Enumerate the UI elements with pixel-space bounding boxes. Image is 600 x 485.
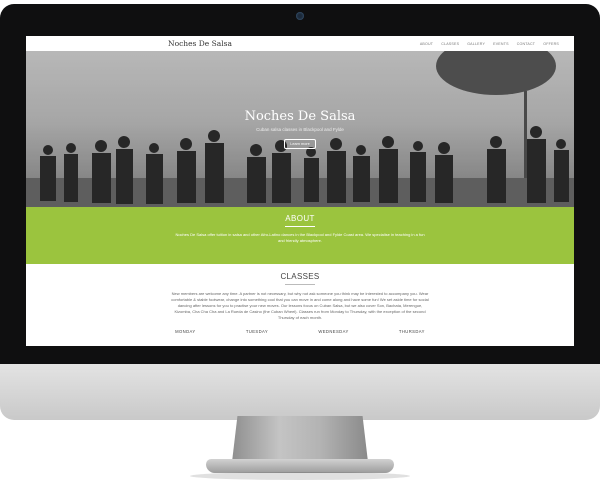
about-divider [285,226,315,227]
nav-link-offers[interactable]: OFFERS [543,42,559,46]
site-navbar: Noches De Salsa ABOUT CLASSES GALLERY EV… [26,36,574,51]
day-wednesday[interactable]: WEDNESDAY [318,329,348,334]
classes-text: New members are welcome any time. A part… [171,290,429,321]
nav-link-classes[interactable]: CLASSES [441,42,459,46]
hero-banner: Noches De Salsa Cuban salsa classes in B… [26,51,574,207]
class-days: MONDAY TUESDAY WEDNESDAY THURSDAY [150,329,450,334]
classes-divider [285,284,315,285]
about-heading: ABOUT [285,214,315,223]
about-text: Noches De Salsa offer tuition in salsa a… [175,231,425,243]
nav-link-gallery[interactable]: GALLERY [467,42,485,46]
monitor-frame: Noches De Salsa ABOUT CLASSES GALLERY EV… [0,4,600,420]
classes-heading: CLASSES [280,272,320,281]
hero-subtitle: Cuban salsa classes in Blackpool and Fyl… [256,127,344,132]
learn-more-button[interactable]: Learn more [284,139,316,149]
monitor-shadow [190,472,410,480]
nav-link-events[interactable]: EVENTS [493,42,509,46]
day-monday[interactable]: MONDAY [175,329,195,334]
monitor-stand [232,416,368,462]
website-screen: Noches De Salsa ABOUT CLASSES GALLERY EV… [26,36,574,346]
nav-link-contact[interactable]: CONTACT [517,42,536,46]
nav-link-about[interactable]: ABOUT [420,42,433,46]
day-thursday[interactable]: THURSDAY [399,329,425,334]
classes-section: CLASSES New members are welcome any time… [26,264,574,334]
about-section: ABOUT Noches De Salsa offer tuition in s… [26,207,574,264]
monitor-chin [0,364,600,420]
site-brand[interactable]: Noches De Salsa [168,39,232,48]
nav-menu: ABOUT CLASSES GALLERY EVENTS CONTACT OFF… [420,42,559,46]
hero-title: Noches De Salsa [244,109,356,124]
monitor-base [206,459,394,473]
day-tuesday[interactable]: TUESDAY [246,329,268,334]
camera-icon [296,12,304,20]
